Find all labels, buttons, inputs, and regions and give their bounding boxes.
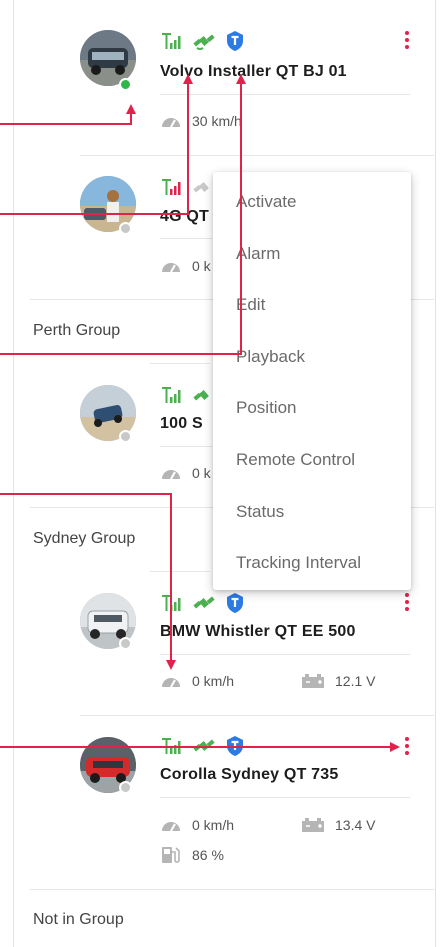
fuel-pump-icon — [162, 847, 180, 863]
battery-icon — [302, 674, 324, 688]
menu-item-edit[interactable]: Edit — [213, 283, 411, 327]
vehicle-name: Volvo Installer QT BJ 01 — [160, 63, 347, 80]
menu-item-status[interactable]: Status — [213, 490, 411, 534]
vehicle-menu-button[interactable] — [404, 737, 410, 755]
vehicle-list-panel: Volvo Installer QT BJ 01 30 km/h 4G QT 0… — [0, 0, 447, 947]
speed-metric: 0 k — [160, 258, 211, 274]
menu-item-tracking-interval[interactable]: Tracking Interval — [213, 541, 411, 585]
group-divider — [30, 889, 434, 890]
battery-metric: 12.1 V — [301, 673, 375, 689]
divider — [160, 238, 212, 239]
vehicle-status-icons — [161, 735, 245, 757]
fuel-metric: 86 % — [160, 845, 224, 865]
offline-status-dot — [119, 430, 132, 443]
vehicle-context-menu: Activate Alarm Edit Playback Position Re… — [213, 172, 411, 590]
row-divider — [80, 155, 434, 156]
menu-item-remote-control[interactable]: Remote Control — [213, 438, 411, 482]
shield-icon — [227, 736, 243, 756]
arrow-to-speedometer — [0, 493, 176, 670]
offline-status-dot — [119, 222, 132, 235]
signal-icon — [162, 387, 181, 403]
group-header-sydney[interactable]: Sydney Group — [33, 530, 135, 548]
satellite-icon — [193, 596, 215, 609]
menu-item-alarm[interactable]: Alarm — [213, 232, 411, 276]
speedometer-icon — [162, 678, 180, 688]
speed-value: 0 km/h — [192, 673, 235, 689]
divider — [160, 446, 212, 447]
speed-value: 30 km/h — [192, 113, 242, 129]
group-header-perth[interactable]: Perth Group — [33, 322, 120, 340]
signal-icon — [162, 738, 181, 754]
row-divider — [80, 715, 434, 716]
menu-item-activate[interactable]: Activate — [213, 180, 411, 224]
divider — [160, 797, 410, 798]
signal-icon — [162, 595, 181, 611]
panel-border-left — [13, 0, 14, 947]
vehicle-status-icons — [161, 592, 245, 614]
menu-item-position[interactable]: Position — [213, 386, 411, 430]
satellite-icon — [193, 390, 209, 401]
speedometer-icon — [162, 263, 180, 273]
vehicle-status-icons — [161, 384, 215, 406]
speed-value: 0 k — [192, 258, 211, 274]
fuel-value: 86 % — [192, 847, 224, 863]
panel-border-right — [435, 0, 436, 947]
battery-metric: 13.4 V — [301, 817, 375, 833]
speedometer-icon — [162, 822, 180, 832]
row-divider — [150, 571, 210, 572]
signal-icon — [162, 33, 181, 49]
group-header-not-in-group[interactable]: Not in Group — [33, 911, 124, 929]
vehicle-name: BMW Whistler QT EE 500 — [160, 623, 356, 640]
vehicle-name: Corolla Sydney QT 735 — [160, 766, 339, 783]
divider — [160, 654, 410, 655]
row-divider — [150, 363, 210, 364]
divider — [160, 94, 410, 95]
offline-status-dot — [119, 781, 132, 794]
speedometer-icon — [162, 470, 180, 480]
speed-metric: 0 km/h — [160, 673, 234, 689]
offline-status-dot — [119, 637, 132, 650]
satellite-icon — [193, 34, 215, 50]
speed-metric: 0 km/h — [160, 817, 234, 833]
shield-icon — [227, 593, 243, 613]
vehicle-status-icons — [161, 30, 245, 52]
satellite-icon — [193, 739, 215, 752]
vehicle-name: 100 S — [160, 415, 203, 432]
speed-value: 0 k — [192, 465, 211, 481]
menu-item-playback[interactable]: Playback — [213, 335, 411, 379]
speedometer-icon — [162, 118, 180, 128]
voltage-value: 13.4 V — [335, 817, 376, 833]
satellite-icon — [193, 182, 209, 193]
vehicle-status-icons — [161, 176, 215, 198]
online-status-dot — [119, 78, 132, 91]
vehicle-menu-button[interactable] — [404, 593, 410, 611]
signal-icon — [162, 179, 181, 195]
speed-metric: 30 km/h — [160, 113, 242, 129]
speed-metric: 0 k — [160, 465, 211, 481]
arrow-to-status-dot — [0, 104, 136, 125]
voltage-value: 12.1 V — [335, 673, 376, 689]
vehicle-name: 4G QT — [160, 208, 210, 225]
vehicle-menu-button[interactable] — [404, 31, 410, 49]
shield-icon — [227, 31, 243, 51]
battery-icon — [302, 818, 324, 832]
speed-value: 0 km/h — [192, 817, 235, 833]
